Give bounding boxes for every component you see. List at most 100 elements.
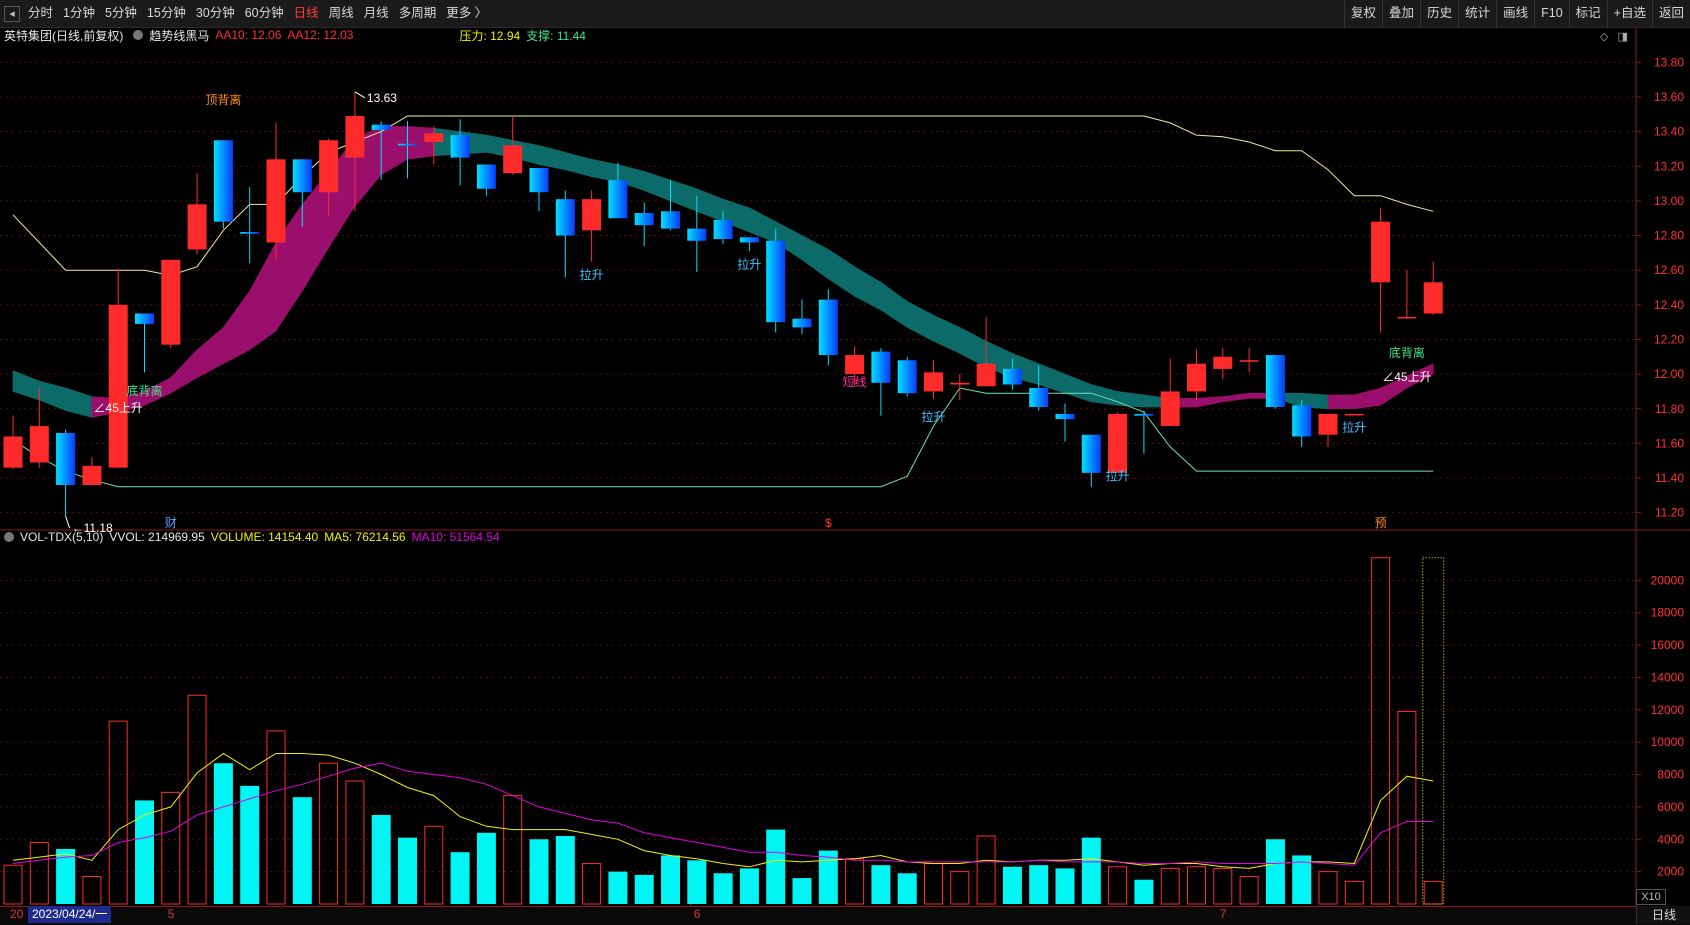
price-tick-label: 13.20 — [1654, 159, 1684, 173]
candle-body — [1002, 368, 1022, 385]
volume-bar-up — [845, 858, 865, 905]
high-pointer — [354, 91, 366, 99]
volume-tick-label: 2000 — [1657, 865, 1684, 879]
signal-annotation: 拉升 — [921, 409, 945, 424]
volume-bar-up — [1344, 880, 1364, 905]
event-marker: 财 — [165, 516, 177, 530]
volume-bar-down — [1055, 868, 1075, 904]
candle-down — [555, 190, 575, 278]
volume-bar-up — [29, 842, 49, 905]
candle-body — [213, 140, 233, 222]
period-tab-daily[interactable]: 日线 — [1636, 906, 1690, 924]
candle-up — [1344, 413, 1364, 416]
trend-band-segment — [1064, 373, 1092, 403]
candle-up — [582, 190, 602, 262]
candle-body — [450, 135, 470, 158]
volume-bar-up — [1187, 866, 1206, 905]
volume-bar-down — [371, 815, 391, 904]
volume-bar-down — [713, 873, 733, 904]
volume-bar-down — [871, 865, 891, 904]
candle-body — [582, 199, 602, 231]
candle-body — [634, 213, 654, 226]
candle-body — [739, 237, 759, 243]
price-tick-label: 13.00 — [1654, 194, 1684, 208]
candle-body — [713, 219, 733, 239]
volume-bar-up — [1239, 875, 1259, 905]
candle-body — [1160, 391, 1180, 427]
volume-bar-down — [476, 832, 496, 904]
candle-body — [871, 351, 891, 383]
candle-up — [108, 268, 128, 468]
candle-body — [319, 140, 339, 193]
signal-annotation: 顶背离 — [205, 92, 241, 107]
candle-up — [503, 116, 523, 175]
candle-body — [1187, 363, 1206, 392]
candle-body — [1397, 316, 1417, 319]
candle-up — [1371, 207, 1391, 333]
high-price-label: 13.63 — [367, 91, 397, 105]
signal-annotation: 短线 — [843, 375, 867, 389]
trend-band-segment — [564, 152, 592, 178]
candle-body — [292, 159, 312, 193]
volume-tick-label: 14000 — [1651, 670, 1685, 684]
volume-bar-up — [1108, 866, 1128, 905]
price-tick-label: 12.20 — [1654, 332, 1684, 346]
volume-bar-down — [213, 763, 233, 904]
chart-canvas[interactable]: 13.80 13.60 13.40 13.20 13.00 12.80 12.60 12.40… — [0, 0, 1690, 924]
volume-tick-label: 12000 — [1651, 703, 1685, 717]
candle-up — [1187, 349, 1206, 401]
volume-bar-down — [1265, 839, 1285, 904]
volume-tick-label: 8000 — [1657, 768, 1684, 782]
volume-bar-up — [924, 863, 943, 905]
trend-band-segment — [827, 248, 855, 297]
trend-band-segment — [249, 242, 277, 351]
candle-down — [529, 167, 549, 212]
candle-body — [1108, 413, 1128, 473]
candle-body — [1081, 434, 1101, 473]
zoom-x10-button[interactable]: X10 — [1636, 889, 1666, 905]
trend-band-segment — [380, 126, 408, 176]
year-prefix-label: 20 — [10, 907, 24, 921]
trend-band-segment — [1327, 394, 1355, 410]
candle-body — [845, 355, 865, 375]
price-tick-label: 12.40 — [1654, 298, 1684, 312]
candle-body — [1344, 413, 1364, 416]
volume-bar-up — [1423, 880, 1443, 905]
candle-body — [976, 363, 996, 387]
candle-up — [1423, 261, 1443, 316]
volume-tick-label: 10000 — [1651, 735, 1685, 749]
trend-band-segment — [407, 126, 435, 160]
trend-band-segment — [170, 349, 198, 394]
price-tick-label: 11.20 — [1655, 506, 1684, 520]
trend-band-segment — [1222, 392, 1250, 403]
trend-band-segment — [643, 171, 671, 202]
volume-bar-down — [766, 829, 786, 904]
candle-body — [371, 124, 391, 130]
candle-down — [871, 348, 891, 416]
trend-band-segment — [670, 179, 698, 212]
volume-bar-down — [240, 785, 260, 904]
event-marker: 预 — [1375, 516, 1387, 530]
volume-bar-down — [529, 839, 549, 904]
volume-bar-down — [634, 874, 654, 904]
candle-down — [897, 356, 917, 397]
trend-band-segment — [38, 380, 66, 411]
candle-down — [1292, 400, 1312, 447]
candle-body — [1055, 413, 1075, 420]
trend-band-segment — [1196, 396, 1224, 408]
signal-annotation: 拉升 — [1342, 419, 1366, 434]
candle-up — [1213, 348, 1233, 380]
volume-bar-down — [608, 871, 628, 904]
candle-down — [634, 202, 654, 246]
price-tick-label: 11.40 — [1655, 471, 1684, 485]
candle-body — [529, 167, 549, 193]
trend-band-segment — [12, 370, 40, 401]
candle-down — [1265, 355, 1285, 409]
candle-down — [240, 187, 260, 264]
candle-body — [56, 433, 76, 485]
candle-body — [766, 240, 786, 323]
candle-up — [3, 415, 23, 470]
volume-bar-up — [319, 762, 339, 905]
volume-bar-up — [345, 780, 365, 905]
low-pointer — [65, 515, 71, 529]
